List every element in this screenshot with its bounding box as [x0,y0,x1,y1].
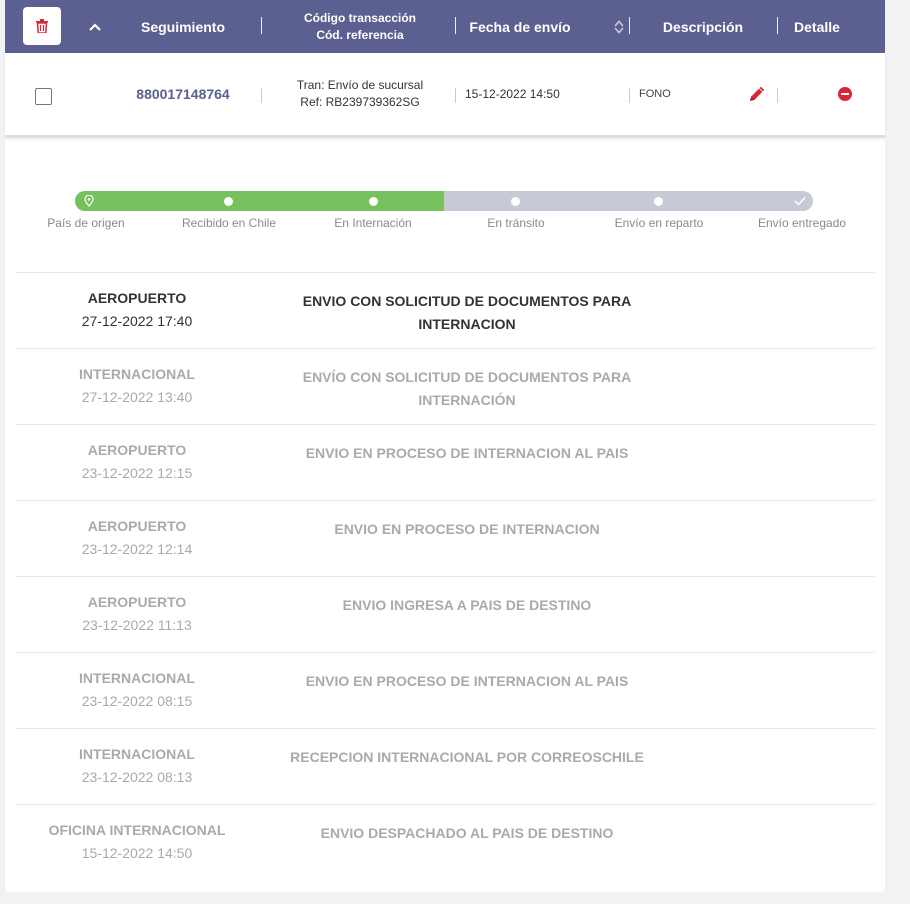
col-detalle: Detalle [794,18,840,35]
step-label-customs: En Internación [334,216,412,230]
delete-selected-button[interactable] [23,7,61,45]
step-label-received: Recibido en Chile [181,216,277,230]
list-item: AEROPUERTO 23-12-2022 12:14 ENVIO EN PRO… [15,500,875,576]
event-description: ENVIO INGRESA A PAIS DE DESTINO [342,597,592,613]
trash-icon [36,19,48,33]
step-dot [222,195,234,207]
event-description-line2: INTERNACIÓN [418,392,516,408]
check-icon [794,195,806,207]
map-pin-icon [83,195,95,207]
sort-arrows-icon [614,19,624,34]
list-item: INTERNACIONAL 23-12-2022 08:15 ENVIO EN … [15,652,875,728]
list-item: INTERNACIONAL 23-12-2022 08:13 RECEPCION… [15,728,875,804]
step-dot [652,195,664,207]
event-description: ENVIO DESPACHADO AL PAIS DE DESTINO [320,825,614,841]
event-description-line1: ENVIO CON SOLICITUD DE DOCUMENTOS PARA [302,293,632,309]
list-item: AEROPUERTO 27-12-2022 17:40 ENVIO CON SO… [15,272,875,348]
pencil-icon [750,86,765,101]
event-datetime: 23-12-2022 08:15 [81,693,193,709]
event-location: AEROPUERTO [87,290,187,306]
step-dot [509,195,521,207]
edit-button[interactable] [746,53,768,135]
event-datetime: 27-12-2022 17:40 [81,313,193,329]
transaction-code: Tran: Envío de sucursal [296,78,424,92]
col-codigo: Código transacción Cód. referencia [265,0,455,53]
row-separator [261,88,262,103]
progress-fill [75,191,444,211]
order-row: 880017148764 Tran: Envío de sucursal Ref… [5,53,885,138]
event-description: ENVÍO CON SOLICITUD DE DOCUMENTOS PARA IN… [267,366,667,412]
event-location: INTERNACIONAL [79,746,195,762]
event-datetime: 23-12-2022 12:15 [81,465,193,481]
shipment-date: 15-12-2022 14:50 [465,87,560,101]
event-location: OFICINA INTERNACIONAL [48,822,226,838]
step-label-delivered: Envío entregado [757,216,847,230]
step-label-delivery: Envío en reparto [614,216,704,230]
step-dot [367,195,379,207]
event-location: AEROPUERTO [87,518,187,534]
col-descripcion: Descripción [662,18,744,35]
event-description: RECEPCION INTERNACIONAL POR CORREOSCHILE [290,749,644,765]
minus-circle-icon [838,87,852,101]
event-datetime: 27-12-2022 13:40 [81,389,193,405]
tracking-events-list: AEROPUERTO 27-12-2022 17:40 ENVIO CON SO… [15,272,875,880]
row-select-checkbox[interactable] [35,88,52,105]
sort-button[interactable] [611,0,627,53]
col-seguimiento: Seguimiento [140,18,225,35]
event-location: INTERNACIONAL [79,366,195,382]
event-datetime: 23-12-2022 08:13 [81,769,193,785]
reference-code: Ref: RB239739362SG [300,95,420,109]
row-separator [777,88,778,103]
event-description: ENVIO CON SOLICITUD DE DOCUMENTOS PARA IN… [267,290,667,336]
transaction-cell: Tran: Envío de sucursal Ref: RB239739362… [265,53,455,135]
table-header: Seguimiento Código transacción Cód. refe… [5,0,885,53]
tracking-progress-bar [75,191,813,211]
col-fecha[interactable]: Fecha de envío [457,0,583,53]
step-label-origin: País de origen [47,216,125,230]
step-label-transit: En tránsito [487,216,545,230]
event-description: ENVIO EN PROCESO DE INTERNACION AL PAIS [305,445,629,461]
chevron-up-icon [89,22,101,31]
list-item: AEROPUERTO 23-12-2022 12:15 ENVIO EN PRO… [15,424,875,500]
event-description: ENVIO EN PROCESO DE INTERNACION AL PAIS [305,673,629,689]
header-separator [777,17,778,34]
header-separator [261,17,262,34]
row-separator [455,88,456,103]
list-item: OFICINA INTERNACIONAL 15-12-2022 14:50 E… [15,804,875,880]
event-datetime: 15-12-2022 14:50 [81,845,193,861]
list-item: AEROPUERTO 23-12-2022 11:13 ENVIO INGRES… [15,576,875,652]
col-codigo-line2: Cód. referencia [316,27,404,42]
col-codigo-line1: Código transacción [303,10,416,25]
event-datetime: 23-12-2022 11:13 [82,617,192,633]
description-value: FONO [639,88,671,100]
event-datetime: 23-12-2022 12:14 [81,541,193,557]
header-separator [455,17,456,34]
event-location: AEROPUERTO [87,442,187,458]
event-location: INTERNACIONAL [79,670,195,686]
event-description-line1: ENVÍO CON SOLICITUD DE DOCUMENTOS PARA [302,369,632,385]
tracking-number[interactable]: 880017148764 [115,53,251,135]
collapse-toggle[interactable] [83,0,107,53]
row-separator [629,88,630,103]
event-location: AEROPUERTO [87,594,187,610]
event-description-line2: INTERNACION [418,316,516,332]
shipment-card: Seguimiento Código transacción Cód. refe… [5,0,885,892]
list-item: INTERNACIONAL 27-12-2022 13:40 ENVÍO CON… [15,348,875,424]
header-separator [629,17,630,34]
event-description: ENVIO EN PROCESO DE INTERNACION [334,521,600,537]
remove-button[interactable] [835,53,855,135]
